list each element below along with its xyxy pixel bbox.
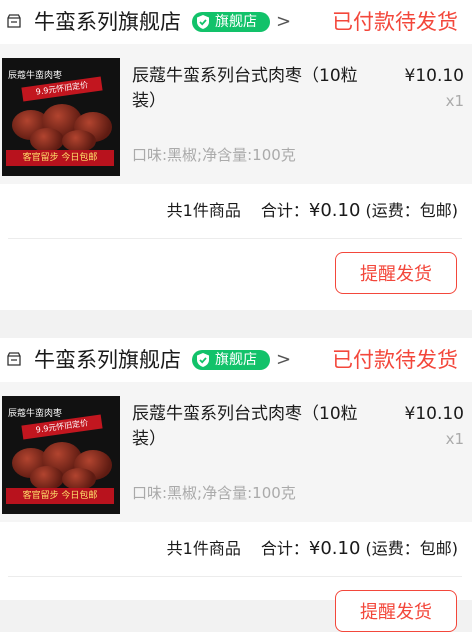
total-amount: ¥0.10: [308, 538, 361, 559]
order-header[interactable]: 牛蛮系列旗舰店 旗舰店 > 已付款待发货: [0, 338, 472, 382]
shield-check-icon: [197, 353, 209, 367]
product-spec: 口味:黑椒;净含量:100克: [132, 484, 296, 502]
shield-check-icon: [197, 15, 209, 29]
summary-text: 共1件商品 合计：¥0.10 (运费：包邮): [167, 537, 458, 561]
product-title[interactable]: 辰蔻牛蛮系列台式肉枣（10粒装）: [132, 402, 372, 452]
store-icon: [7, 14, 21, 28]
product-spec: 口味:黑椒;净含量:100克: [132, 146, 296, 164]
order-status: 已付款待发货: [332, 348, 458, 372]
thumb-strip-text: 客官留步 今日包邮: [6, 488, 114, 504]
total-label: 合计：: [260, 201, 309, 220]
order-card: 牛蛮系列旗舰店 旗舰店 > 已付款待发货 辰蔻牛蛮肉枣 9.9元怀旧定价 客官留…: [0, 338, 472, 632]
shop-name[interactable]: 牛蛮系列旗舰店: [34, 7, 181, 37]
badge-label: 旗舰店: [215, 352, 257, 368]
summary-text: 共1件商品 合计：¥0.10 (运费：包邮): [167, 199, 458, 223]
item-count: 共1件商品: [166, 539, 241, 558]
shipping-note: (运费：包邮): [365, 539, 459, 558]
order-card: 牛蛮系列旗舰店 旗舰店 > 已付款待发货 辰蔻牛蛮肉枣 9.9元怀旧定价 客官留…: [0, 0, 472, 310]
thumb-strip-text: 客官留步 今日包邮: [6, 150, 114, 166]
order-summary: 共1件商品 合计：¥0.10 (运费：包邮): [0, 184, 472, 238]
product-quantity: x1: [445, 430, 464, 448]
total-amount: ¥0.10: [308, 200, 361, 221]
divider: [8, 238, 462, 239]
total-label: 合计：: [260, 539, 309, 558]
sausage-image: [30, 128, 64, 152]
flagship-badge: 旗舰店: [192, 12, 270, 32]
divider: [8, 576, 462, 577]
order-status: 已付款待发货: [332, 10, 458, 34]
order-header[interactable]: 牛蛮系列旗舰店 旗舰店 > 已付款待发货: [0, 0, 472, 44]
sausage-image: [62, 130, 96, 152]
order-summary: 共1件商品 合计：¥0.10 (运费：包邮): [0, 522, 472, 576]
product-quantity: x1: [445, 92, 464, 110]
chevron-right-icon[interactable]: >: [276, 10, 291, 34]
store-icon: [7, 352, 21, 366]
thumb-brand-text: 辰蔻牛蛮肉枣: [8, 409, 63, 419]
shipping-note: (运费：包邮): [365, 201, 459, 220]
product-title[interactable]: 辰蔻牛蛮系列台式肉枣（10粒装）: [132, 64, 372, 114]
chevron-right-icon[interactable]: >: [276, 348, 291, 372]
sausage-image: [62, 468, 96, 490]
badge-label: 旗舰店: [215, 14, 257, 30]
remind-ship-button[interactable]: 提醒发货: [335, 590, 457, 632]
product-thumbnail[interactable]: 辰蔻牛蛮肉枣 9.9元怀旧定价 客官留步 今日包邮: [2, 58, 120, 176]
product-thumbnail[interactable]: 辰蔻牛蛮肉枣 9.9元怀旧定价 客官留步 今日包邮: [2, 396, 120, 514]
thumb-brand-text: 辰蔻牛蛮肉枣: [8, 71, 63, 81]
product-item[interactable]: 辰蔻牛蛮肉枣 9.9元怀旧定价 客官留步 今日包邮 辰蔻牛蛮系列台式肉枣（10粒…: [0, 382, 472, 522]
product-item[interactable]: 辰蔻牛蛮肉枣 9.9元怀旧定价 客官留步 今日包邮 辰蔻牛蛮系列台式肉枣（10粒…: [0, 44, 472, 184]
shop-name[interactable]: 牛蛮系列旗舰店: [34, 345, 181, 375]
item-count: 共1件商品: [166, 201, 241, 220]
remind-ship-button[interactable]: 提醒发货: [335, 252, 457, 294]
sausage-image: [30, 466, 64, 490]
product-price: ¥10.10: [404, 66, 464, 86]
product-price: ¥10.10: [404, 404, 464, 424]
flagship-badge: 旗舰店: [192, 350, 270, 370]
